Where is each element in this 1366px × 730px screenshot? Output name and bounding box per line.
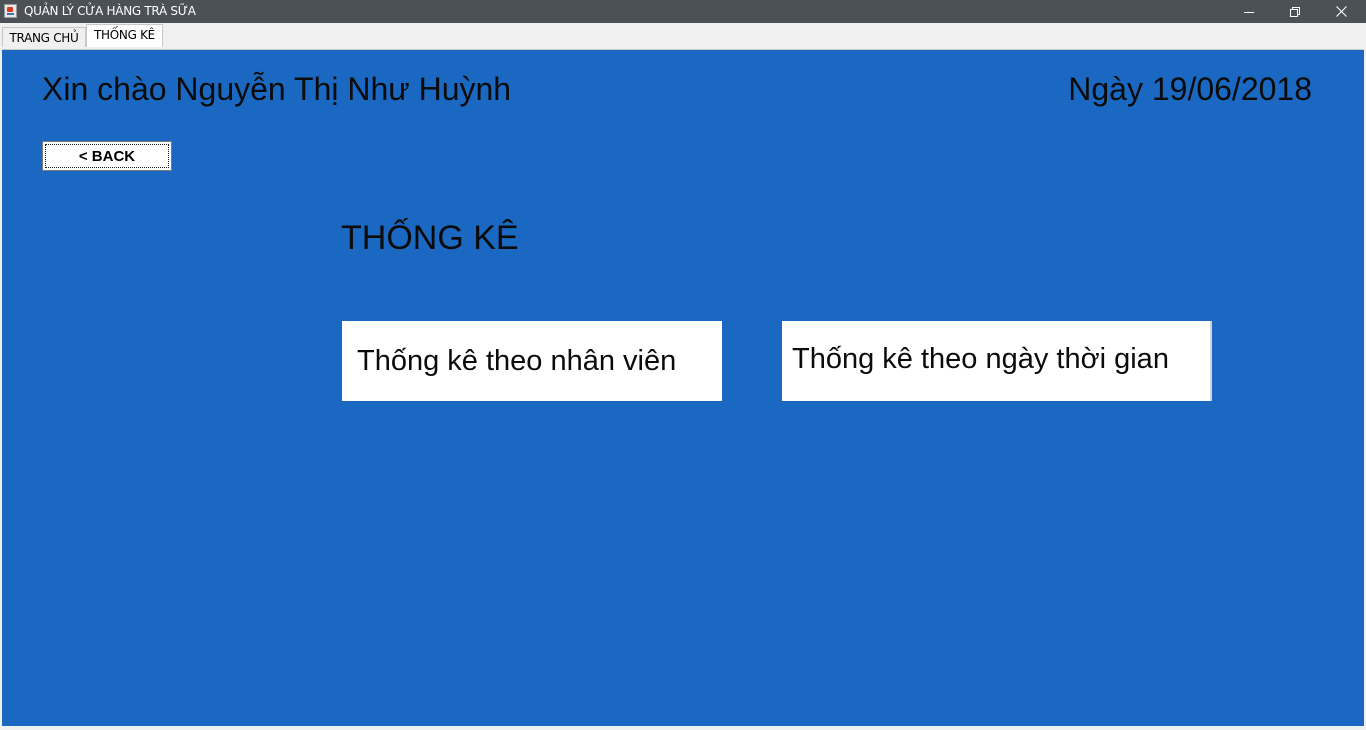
tab-trang-chu[interactable]: TRANG CHỦ [2,27,86,47]
tab-thong-ke[interactable]: THỐNG KÊ [86,24,163,47]
maximize-button[interactable] [1272,0,1318,23]
date-text: Ngày 19/06/2018 [1068,71,1312,107]
app-window: QUẢN LÝ CỬA HÀNG TRÀ SỮA TRANG CHỦ THỐNG… [0,0,1366,730]
window-bottom-edge [0,726,1366,730]
stats-by-date-button[interactable]: Thống kê theo ngày thời gian [782,321,1212,401]
minimize-button[interactable] [1226,0,1272,23]
tab-bar: TRANG CHỦ THỐNG KÊ [0,23,1366,47]
maximize-icon [1290,6,1300,17]
java-app-icon [4,4,17,18]
page-title: THỐNG KÊ [341,219,519,257]
close-icon [1335,6,1347,17]
title-bar[interactable]: QUẢN LÝ CỬA HÀNG TRÀ SỮA [0,0,1366,23]
window-title: QUẢN LÝ CỬA HÀNG TRÀ SỮA [24,4,196,18]
statistics-panel: Xin chào Nguyễn Thị Như Huỳnh Ngày 19/06… [2,49,1364,726]
greeting-text: Xin chào Nguyễn Thị Như Huỳnh [42,71,512,107]
close-button[interactable] [1318,0,1364,23]
stats-by-employee-button[interactable]: Thống kê theo nhân viên [342,321,722,401]
back-button[interactable]: < BACK [42,141,172,171]
back-button-label: < BACK [78,147,136,165]
minimize-icon [1244,7,1254,17]
